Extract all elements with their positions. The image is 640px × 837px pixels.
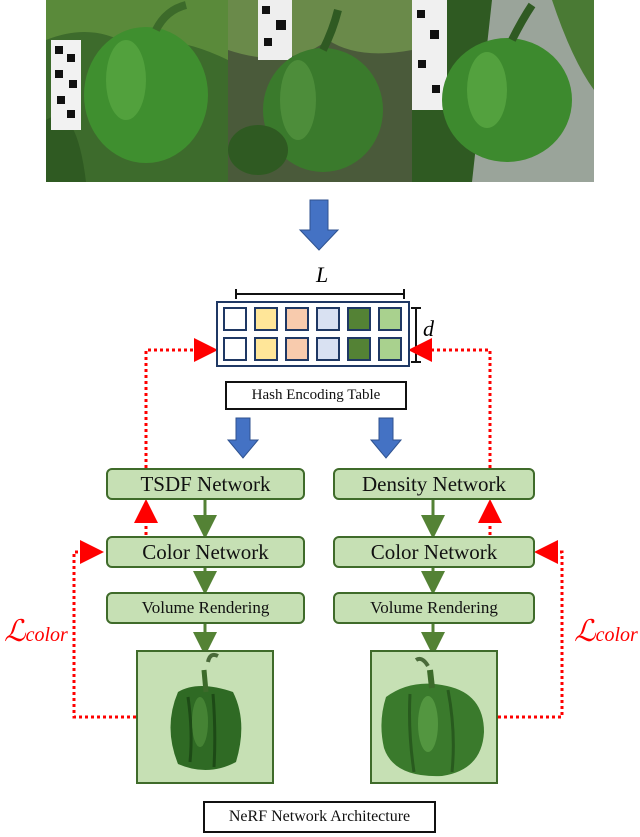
hash-cell — [378, 307, 402, 331]
tsdf-network-box: TSDF Network — [106, 468, 305, 500]
hash-table-caption-text: Hash Encoding Table — [251, 387, 381, 403]
hash-table-caption: Hash Encoding Table — [225, 381, 407, 410]
hash-encoding-table — [216, 301, 410, 367]
pepper-photo-2 — [228, 0, 412, 182]
hash-cell — [347, 337, 371, 361]
right-color-network-label: Color Network — [370, 539, 498, 564]
density-network-label: Density Network — [361, 471, 507, 496]
left-color-network-box: Color Network — [106, 536, 305, 568]
pepper-photo-3 — [412, 0, 594, 182]
left-volume-rendering-box: Volume Rendering — [106, 592, 305, 624]
tsdf-to-hash-gradient-arrow — [144, 338, 218, 468]
loss-feedback-arrow-left — [72, 540, 136, 719]
length-bracket — [235, 289, 405, 299]
left-rendered-pepper-icon — [170, 652, 242, 771]
hash-cell — [316, 307, 340, 331]
hash-depth-label: d — [423, 316, 434, 341]
right-loss-subscript: color — [595, 624, 638, 646]
density-to-hash-gradient-arrow — [408, 338, 492, 468]
right-rendered-pepper-icon — [381, 656, 484, 777]
right-rendered-pepper-image — [370, 650, 498, 784]
left-volume-rendering-label: Volume Rendering — [141, 598, 270, 617]
pepper-photo-1 — [46, 0, 228, 182]
hash-cell — [254, 337, 278, 361]
hash-cell — [285, 307, 309, 331]
tsdf-network-label: TSDF Network — [140, 471, 271, 496]
hash-to-density-arrow-icon — [369, 417, 403, 459]
hash-cell — [347, 307, 371, 331]
hash-cell — [378, 337, 402, 361]
hash-length-label: L — [316, 262, 329, 287]
right-color-loss-label: ℒcolor — [574, 614, 638, 649]
right-color-network-box: Color Network — [333, 536, 535, 568]
hash-cell — [285, 337, 309, 361]
figure-caption-text: NeRF Network Architecture — [228, 808, 411, 825]
down-block-arrow-icon — [298, 199, 340, 251]
left-loss-symbol: ℒ — [4, 614, 26, 649]
left-loss-subscript: color — [25, 624, 68, 646]
hash-cell — [223, 337, 247, 361]
left-color-loss-label: ℒcolor — [4, 614, 68, 649]
hash-cell — [316, 337, 340, 361]
hash-to-tsdf-arrow-icon — [226, 417, 260, 459]
right-volume-rendering-label: Volume Rendering — [370, 598, 498, 617]
loss-feedback-arrow-right — [498, 540, 564, 719]
density-network-box: Density Network — [333, 468, 535, 500]
right-loss-symbol: ℒ — [574, 614, 596, 649]
left-color-network-label: Color Network — [142, 539, 269, 564]
hash-cell — [254, 307, 278, 331]
figure-caption: NeRF Network Architecture — [203, 801, 436, 833]
left-rendered-pepper-image — [136, 650, 274, 784]
hash-cell — [223, 307, 247, 331]
right-volume-rendering-box: Volume Rendering — [333, 592, 535, 624]
depth-bracket — [411, 307, 421, 363]
